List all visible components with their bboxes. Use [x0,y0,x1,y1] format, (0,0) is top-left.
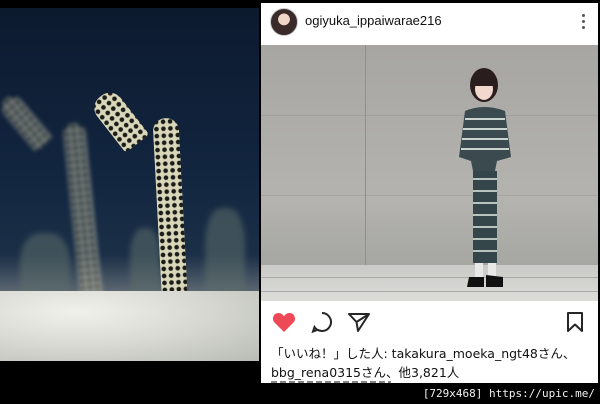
post-actions [261,309,598,337]
sand-floor [0,291,259,361]
likes-text: 「いいね！」した人: takakura_moeka_ngt48さん、 bbg_r… [271,344,593,382]
heart-icon[interactable] [272,311,296,333]
post-username[interactable]: ogiyuka_ippaiwarae216 [305,13,442,28]
wall-seam [261,195,598,196]
instagram-post: ogiyuka_ippaiwarae216 「いいね！」した人: takakur… [261,3,598,383]
floor [261,265,598,301]
more-vertical-icon[interactable] [580,14,586,32]
model-figure [459,68,511,287]
wall-seam [365,45,366,265]
bookmark-icon[interactable] [566,311,584,333]
likes-line-2[interactable]: bbg_rena0315さん、他3,821人 [271,363,593,382]
comment-icon[interactable] [311,311,333,333]
seagrass-blur [205,208,245,298]
seagrass-blur [130,228,160,298]
avatar[interactable] [270,8,298,36]
garden-eel-back-head [0,91,53,153]
send-icon[interactable] [347,311,371,333]
wall-seam [261,115,598,116]
post-header: ogiyuka_ippaiwarae216 [261,3,598,45]
garden-eel-photo [0,8,259,361]
truncated-caption [271,381,391,383]
likes-line-1[interactable]: 「いいね！」した人: takakura_moeka_ngt48さん、 [271,344,593,363]
source-watermark: [729x468] https://upic.me/ [419,386,598,402]
garden-eel-front-head [88,87,150,153]
post-photo[interactable] [261,45,598,301]
